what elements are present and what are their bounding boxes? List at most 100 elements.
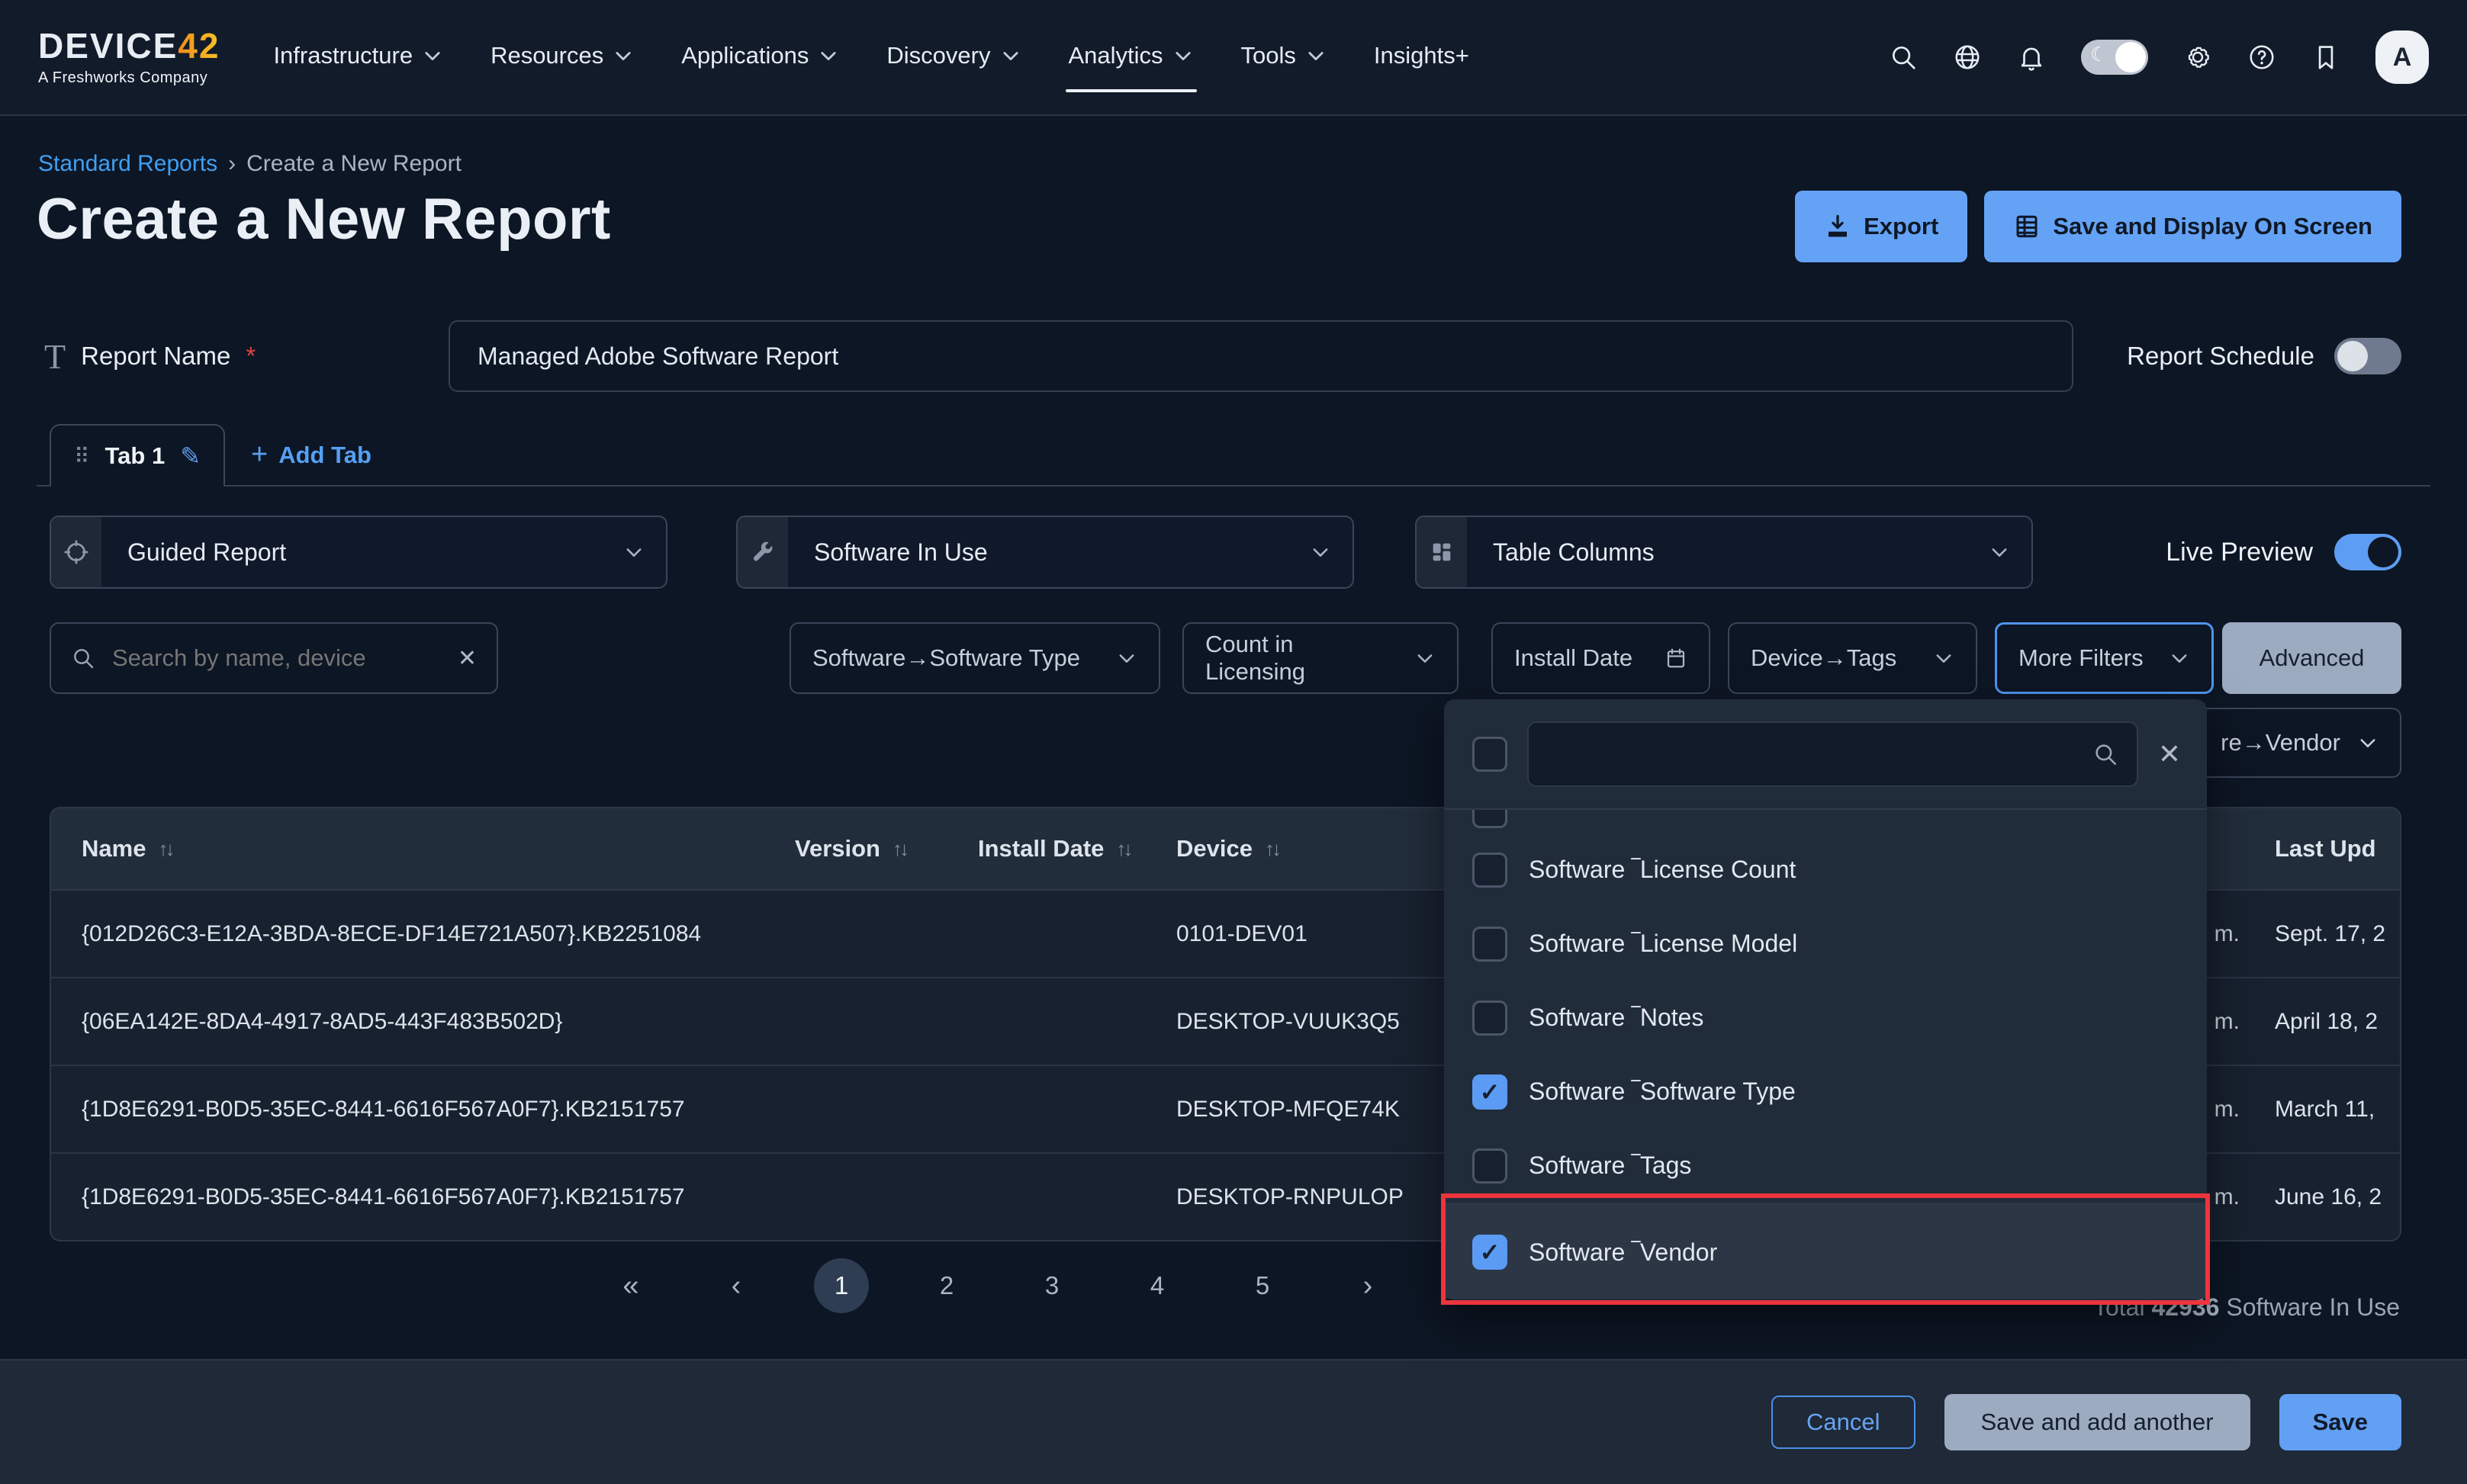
option-license-count[interactable]: Software ‾License Count <box>1444 833 2207 907</box>
gear-icon[interactable] <box>2183 43 2212 72</box>
globe-icon[interactable] <box>1953 43 1982 72</box>
panel-search <box>1527 721 2138 787</box>
close-icon[interactable]: ✕ <box>2158 738 2181 770</box>
chevron-down-icon <box>1172 45 1194 66</box>
wrench-icon <box>738 517 788 587</box>
export-button[interactable]: Export <box>1795 191 1967 262</box>
checkbox-checked[interactable]: ✓ <box>1472 1235 1507 1270</box>
menu-infrastructure[interactable]: Infrastructure <box>273 42 443 72</box>
bookmark-icon[interactable] <box>2311 43 2340 72</box>
tab-1[interactable]: ⠿ Tab 1 ✎ <box>50 424 225 487</box>
bell-icon[interactable] <box>2017 43 2046 72</box>
column-header-version[interactable]: Version↑↓ <box>764 808 947 889</box>
checkbox[interactable] <box>1472 1001 1507 1036</box>
menu-tools[interactable]: Tools <box>1241 42 1327 72</box>
option-license-model[interactable]: Software ‾License Model <box>1444 907 2207 981</box>
search-input[interactable] <box>111 644 442 673</box>
checkbox[interactable] <box>1472 810 1507 828</box>
more-filters-button[interactable]: More Filters <box>1995 622 2214 694</box>
option-software-type[interactable]: ✓ Software ‾Software Type <box>1444 1055 2207 1129</box>
live-preview-toggle[interactable] <box>2334 534 2401 570</box>
page-5[interactable]: 5 <box>1235 1258 1290 1313</box>
save-button[interactable]: Save <box>2279 1394 2401 1450</box>
save-add-another-button[interactable]: Save and add another <box>1944 1394 2250 1450</box>
save-display-button[interactable]: Save and Display On Screen <box>1984 191 2401 262</box>
page-title: Create a New Report <box>37 186 611 252</box>
option-tags[interactable]: Software ‾Tags <box>1444 1129 2207 1203</box>
column-header-name[interactable]: Name↑↓ <box>51 808 764 889</box>
option-vendor[interactable]: ✓ Software ‾Vendor <box>1444 1203 2207 1299</box>
cell-name: {06EA142E-8DA4-4917-8AD5-443F483B502D} <box>51 978 764 1065</box>
checkbox[interactable] <box>1472 1148 1507 1184</box>
required-asterisk: * <box>246 342 256 371</box>
sort-icon: ↑↓ <box>1265 837 1279 861</box>
search-icon <box>2092 741 2118 767</box>
chevron-down-icon <box>1414 647 1436 669</box>
cell-device: 0101-DEV01 <box>1146 891 1451 977</box>
main-menu: Infrastructure Resources Applications Di… <box>273 42 1468 72</box>
report-name-input[interactable] <box>449 320 2073 392</box>
data-source-select[interactable]: Software In Use <box>736 516 1354 589</box>
sort-icon: ↑↓ <box>158 837 172 861</box>
add-tab-button[interactable]: + Add Tab <box>251 438 371 471</box>
filter-software-type[interactable]: Software→Software Type <box>790 622 1160 694</box>
grid-icon <box>1417 517 1467 587</box>
compass-icon <box>51 517 101 587</box>
menu-analytics[interactable]: Analytics <box>1069 42 1194 72</box>
table-columns-select[interactable]: Table Columns <box>1415 516 2033 589</box>
cell-device: DESKTOP-MFQE74K <box>1146 1066 1451 1152</box>
report-type-select[interactable]: Guided Report <box>50 516 667 589</box>
report-schedule: Report Schedule <box>2127 320 2401 392</box>
filter-install-date[interactable]: Install Date <box>1491 622 1710 694</box>
help-icon[interactable] <box>2247 43 2276 72</box>
checkbox[interactable] <box>1472 853 1507 888</box>
chevron-down-icon <box>623 541 645 563</box>
user-avatar[interactable]: A <box>2375 31 2429 84</box>
search-icon <box>71 646 95 670</box>
menu-insights[interactable]: Insights+ <box>1374 42 1469 72</box>
checkbox[interactable] <box>1472 927 1507 962</box>
filter-count-in-licensing[interactable]: Count in Licensing <box>1182 622 1459 694</box>
page-2[interactable]: 2 <box>919 1258 974 1313</box>
next-page-button[interactable]: › <box>1340 1258 1395 1313</box>
filter-device-tags[interactable]: Device→Tags <box>1728 622 1977 694</box>
columns-dropdown-panel: ✕ Software ‾License Count Software ‾Lice… <box>1444 699 2207 1300</box>
first-page-button[interactable]: « <box>603 1258 658 1313</box>
menu-resources[interactable]: Resources <box>491 42 634 72</box>
sort-icon: ↑↓ <box>893 837 906 861</box>
page-1[interactable]: 1 <box>814 1258 869 1313</box>
column-header-device[interactable]: Device↑↓ <box>1146 808 1451 889</box>
page-3[interactable]: 3 <box>1024 1258 1079 1313</box>
search-icon[interactable] <box>1889 43 1918 72</box>
cell-install-date <box>947 891 1146 977</box>
report-schedule-toggle[interactable] <box>2334 338 2401 374</box>
breadcrumb-standard-reports[interactable]: Standard Reports <box>38 151 217 177</box>
cancel-button[interactable]: Cancel <box>1771 1396 1915 1449</box>
cell-device: DESKTOP-VUUK3Q5 <box>1146 978 1451 1065</box>
cell-version <box>764 1154 947 1240</box>
page-4[interactable]: 4 <box>1130 1258 1185 1313</box>
device42-logo[interactable]: DEVICE42 A Freshworks Company <box>38 28 220 87</box>
toggle-knob <box>2115 42 2146 72</box>
dark-mode-toggle[interactable]: ☾ <box>2081 40 2148 75</box>
clear-search-icon[interactable]: ✕ <box>458 645 477 672</box>
panel-search-input[interactable] <box>1547 740 2080 769</box>
cell-version <box>764 978 947 1065</box>
select-all-checkbox[interactable] <box>1472 737 1507 772</box>
option-notes[interactable]: Software ‾Notes <box>1444 981 2207 1055</box>
menu-applications[interactable]: Applications <box>681 42 839 72</box>
download-icon <box>1824 213 1851 240</box>
checkbox-checked[interactable]: ✓ <box>1472 1074 1507 1110</box>
header-actions: Export Save and Display On Screen <box>1795 191 2401 262</box>
drag-handle-icon[interactable]: ⠿ <box>74 444 90 469</box>
cell-install-date <box>947 1154 1146 1240</box>
text-format-icon: T <box>44 336 66 377</box>
advanced-button[interactable]: Advanced <box>2222 622 2401 694</box>
column-header-install-date[interactable]: Install Date↑↓ <box>947 808 1146 889</box>
prev-page-button[interactable]: ‹ <box>709 1258 764 1313</box>
panel-list: Software ‾License Count Software ‾Licens… <box>1444 810 2207 1299</box>
column-header-last-updated[interactable]: Last Upd <box>2244 808 2401 889</box>
menu-discovery[interactable]: Discovery <box>886 42 1021 72</box>
navbar-actions: ☾ A <box>1889 31 2429 84</box>
edit-tab-icon[interactable]: ✎ <box>180 442 201 471</box>
